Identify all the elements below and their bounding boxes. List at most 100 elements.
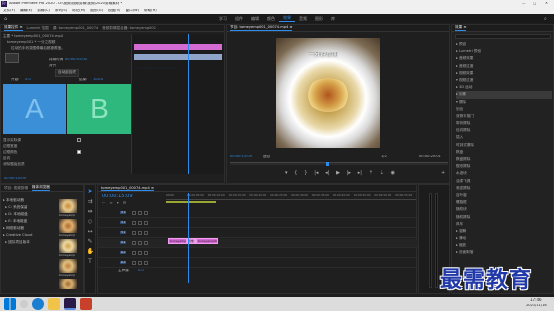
go-to-out-icon[interactable]: ▸| [358, 170, 362, 177]
ripple-edit-tool-icon[interactable]: ⇹ [87, 208, 94, 215]
ec-clip-b[interactable]: tomeyemp001_00074.mp4 [134, 54, 222, 70]
effects-tree-item[interactable]: 油漆飞溅 [456, 178, 552, 185]
menu-file[interactable]: 文件(F) [3, 9, 15, 13]
media-tree-item[interactable]: ▸ D: 本地磁盘 [3, 211, 55, 218]
ec-clip-a[interactable]: tomeyemp001_00074.mp4 [134, 44, 222, 60]
tab-effect-controls[interactable]: 效果控件 ≡ [4, 25, 23, 31]
track-toggle-icon[interactable] [138, 231, 142, 235]
effects-tree-item[interactable]: ▸ 页面剥落 [456, 249, 552, 256]
track-mute-icon[interactable] [144, 251, 148, 255]
menu-sequence[interactable]: 序列(S) [55, 9, 67, 13]
effects-tree-item[interactable]: 双侧平推门 [456, 113, 552, 120]
workspace-color[interactable]: 颜色 [263, 16, 279, 22]
workspace-editing[interactable]: 编辑 [247, 16, 263, 22]
effects-search-input[interactable] [455, 34, 551, 39]
media-tree-item[interactable]: ▸ Creative Cloud [3, 232, 55, 239]
track-toggle-icon[interactable] [138, 251, 142, 255]
track-toggle-icon[interactable] [138, 241, 142, 245]
track-label[interactable]: V2 [120, 221, 127, 225]
effects-tree-item[interactable]: 棋盘擦除 [456, 156, 552, 163]
fit-select[interactable]: 适合 [263, 155, 270, 159]
effects-tree-item[interactable]: 棋盘 [456, 149, 552, 156]
media-thumb[interactable] [59, 199, 77, 213]
ec-playhead[interactable] [188, 34, 189, 174]
end-value[interactable]: 100.0 [93, 78, 103, 82]
preview-b-panel[interactable]: B [67, 84, 132, 134]
edge-icon[interactable] [32, 298, 44, 310]
media-tree-item[interactable]: ▸ E: 本地磁盘 [3, 218, 55, 225]
track-mute-icon[interactable] [144, 261, 148, 265]
effects-tree-item[interactable]: ▾ 视频过渡 [456, 77, 552, 84]
effects-tree-item[interactable]: ▸ 3D 运动 [456, 84, 552, 91]
step-back-icon[interactable]: ◂| [325, 170, 329, 177]
maximize-button[interactable]: □ [533, 2, 536, 6]
program-video-frame[interactable]: 一分钟新闻 [276, 38, 380, 148]
search-icon[interactable]: ⌕ [544, 16, 547, 22]
effects-tree-item[interactable]: 插入 [456, 134, 552, 141]
track-lock-icon[interactable] [132, 251, 136, 255]
media-thumb[interactable] [59, 219, 77, 233]
track-label[interactable]: A2 [120, 251, 127, 255]
track-toggle-icon[interactable] [138, 261, 142, 265]
track-lock-icon[interactable] [132, 211, 136, 215]
track-select-tool-icon[interactable]: ⇉ [87, 198, 94, 205]
windows-start-icon[interactable] [4, 298, 16, 310]
out-point-icon[interactable]: } [304, 170, 307, 177]
tab-project[interactable]: 项目: 视频剪辑 [4, 186, 28, 191]
media-thumb[interactable] [59, 279, 77, 289]
menu-graphics[interactable]: 图形(G) [90, 9, 103, 13]
workspace-assembly[interactable]: 组件 [231, 16, 247, 22]
effects-tree-item[interactable]: ▸ 滑动 [456, 235, 552, 242]
show-actual-source-checkbox[interactable] [77, 138, 81, 142]
media-tree-item[interactable]: ▸ 网络驱动器 [3, 225, 55, 232]
hand-tool-icon[interactable]: ✋ [87, 248, 94, 255]
effects-tree-item[interactable]: ▸ Lumetri 预设 [456, 48, 552, 55]
effects-tree-item[interactable]: ▸ 缩放 [456, 242, 552, 249]
menu-view[interactable]: 视图(V) [108, 9, 120, 13]
quality-select[interactable]: 1/2 [381, 155, 387, 159]
effects-tree-item[interactable]: 水波块 [456, 170, 552, 177]
tab-lumetri-scopes[interactable]: Lumetri 范围 [27, 26, 49, 31]
track-toggle-icon[interactable] [138, 211, 142, 215]
effects-tree-item[interactable]: 划出 [456, 106, 552, 113]
linked-selection-icon[interactable]: ∞ [109, 200, 112, 205]
effects-tree-item[interactable]: ▾ 擦除 [456, 99, 552, 106]
export-frame-icon[interactable]: ◉ [391, 170, 395, 177]
effects-tree-item[interactable]: 径向擦除 [456, 127, 552, 134]
media-tree-item[interactable]: ▸ 本地驱动器 [3, 197, 55, 204]
duration-value[interactable]: 00:00:01:00 [65, 58, 87, 62]
menu-edit[interactable]: 编辑(E) [20, 9, 32, 13]
effects-tree-item[interactable]: ▸ 划像 [456, 91, 552, 99]
extract-icon[interactable]: ⇣ [380, 170, 384, 177]
track-mute-icon[interactable] [144, 221, 148, 225]
timeline-clip-2[interactable]: tomeyemp001 [196, 238, 218, 244]
menu-clip[interactable]: 剪辑(C) [37, 9, 50, 13]
effects-tree-item[interactable]: 百叶窗 [456, 192, 552, 199]
track-mute-icon[interactable] [144, 241, 148, 245]
effects-tree-item[interactable]: ▸ 视频效果 [456, 70, 552, 77]
track-mute-icon[interactable] [144, 231, 148, 235]
snap-icon[interactable]: ⌐ [102, 200, 105, 205]
effects-tree-item[interactable]: 随机擦除 [456, 214, 552, 221]
lift-icon[interactable]: ⇡ [369, 170, 373, 177]
effects-tree-item[interactable]: 时钟式擦除 [456, 142, 552, 149]
workspace-learn[interactable]: 学习 [215, 16, 231, 22]
effects-tree-item[interactable]: 随机块 [456, 206, 552, 213]
app-taskbar-icon[interactable] [80, 298, 92, 310]
track-lock-icon[interactable] [132, 221, 136, 225]
preview-a-panel[interactable]: A [3, 84, 66, 134]
timeline-playhead[interactable] [188, 193, 189, 283]
in-point-icon[interactable]: { [294, 170, 297, 177]
file-explorer-icon[interactable] [48, 298, 60, 310]
close-button[interactable]: ✕ [545, 2, 548, 6]
step-forward-icon[interactable]: |▸ [347, 170, 351, 177]
track-toggle-icon[interactable] [138, 221, 142, 225]
effects-tree-item[interactable]: ▸ 音频效果 [456, 55, 552, 62]
effects-tree-item[interactable]: 风车 [456, 221, 552, 228]
track-label[interactable]: V1 [120, 231, 127, 235]
menu-marker[interactable]: 标记(M) [72, 9, 85, 13]
master-value[interactable]: 0.0 [138, 269, 144, 273]
selection-tool-icon[interactable]: ➤ [87, 188, 94, 195]
home-icon[interactable]: ⌂ [4, 16, 7, 22]
effects-tree-item[interactable]: 楔形擦除 [456, 163, 552, 170]
